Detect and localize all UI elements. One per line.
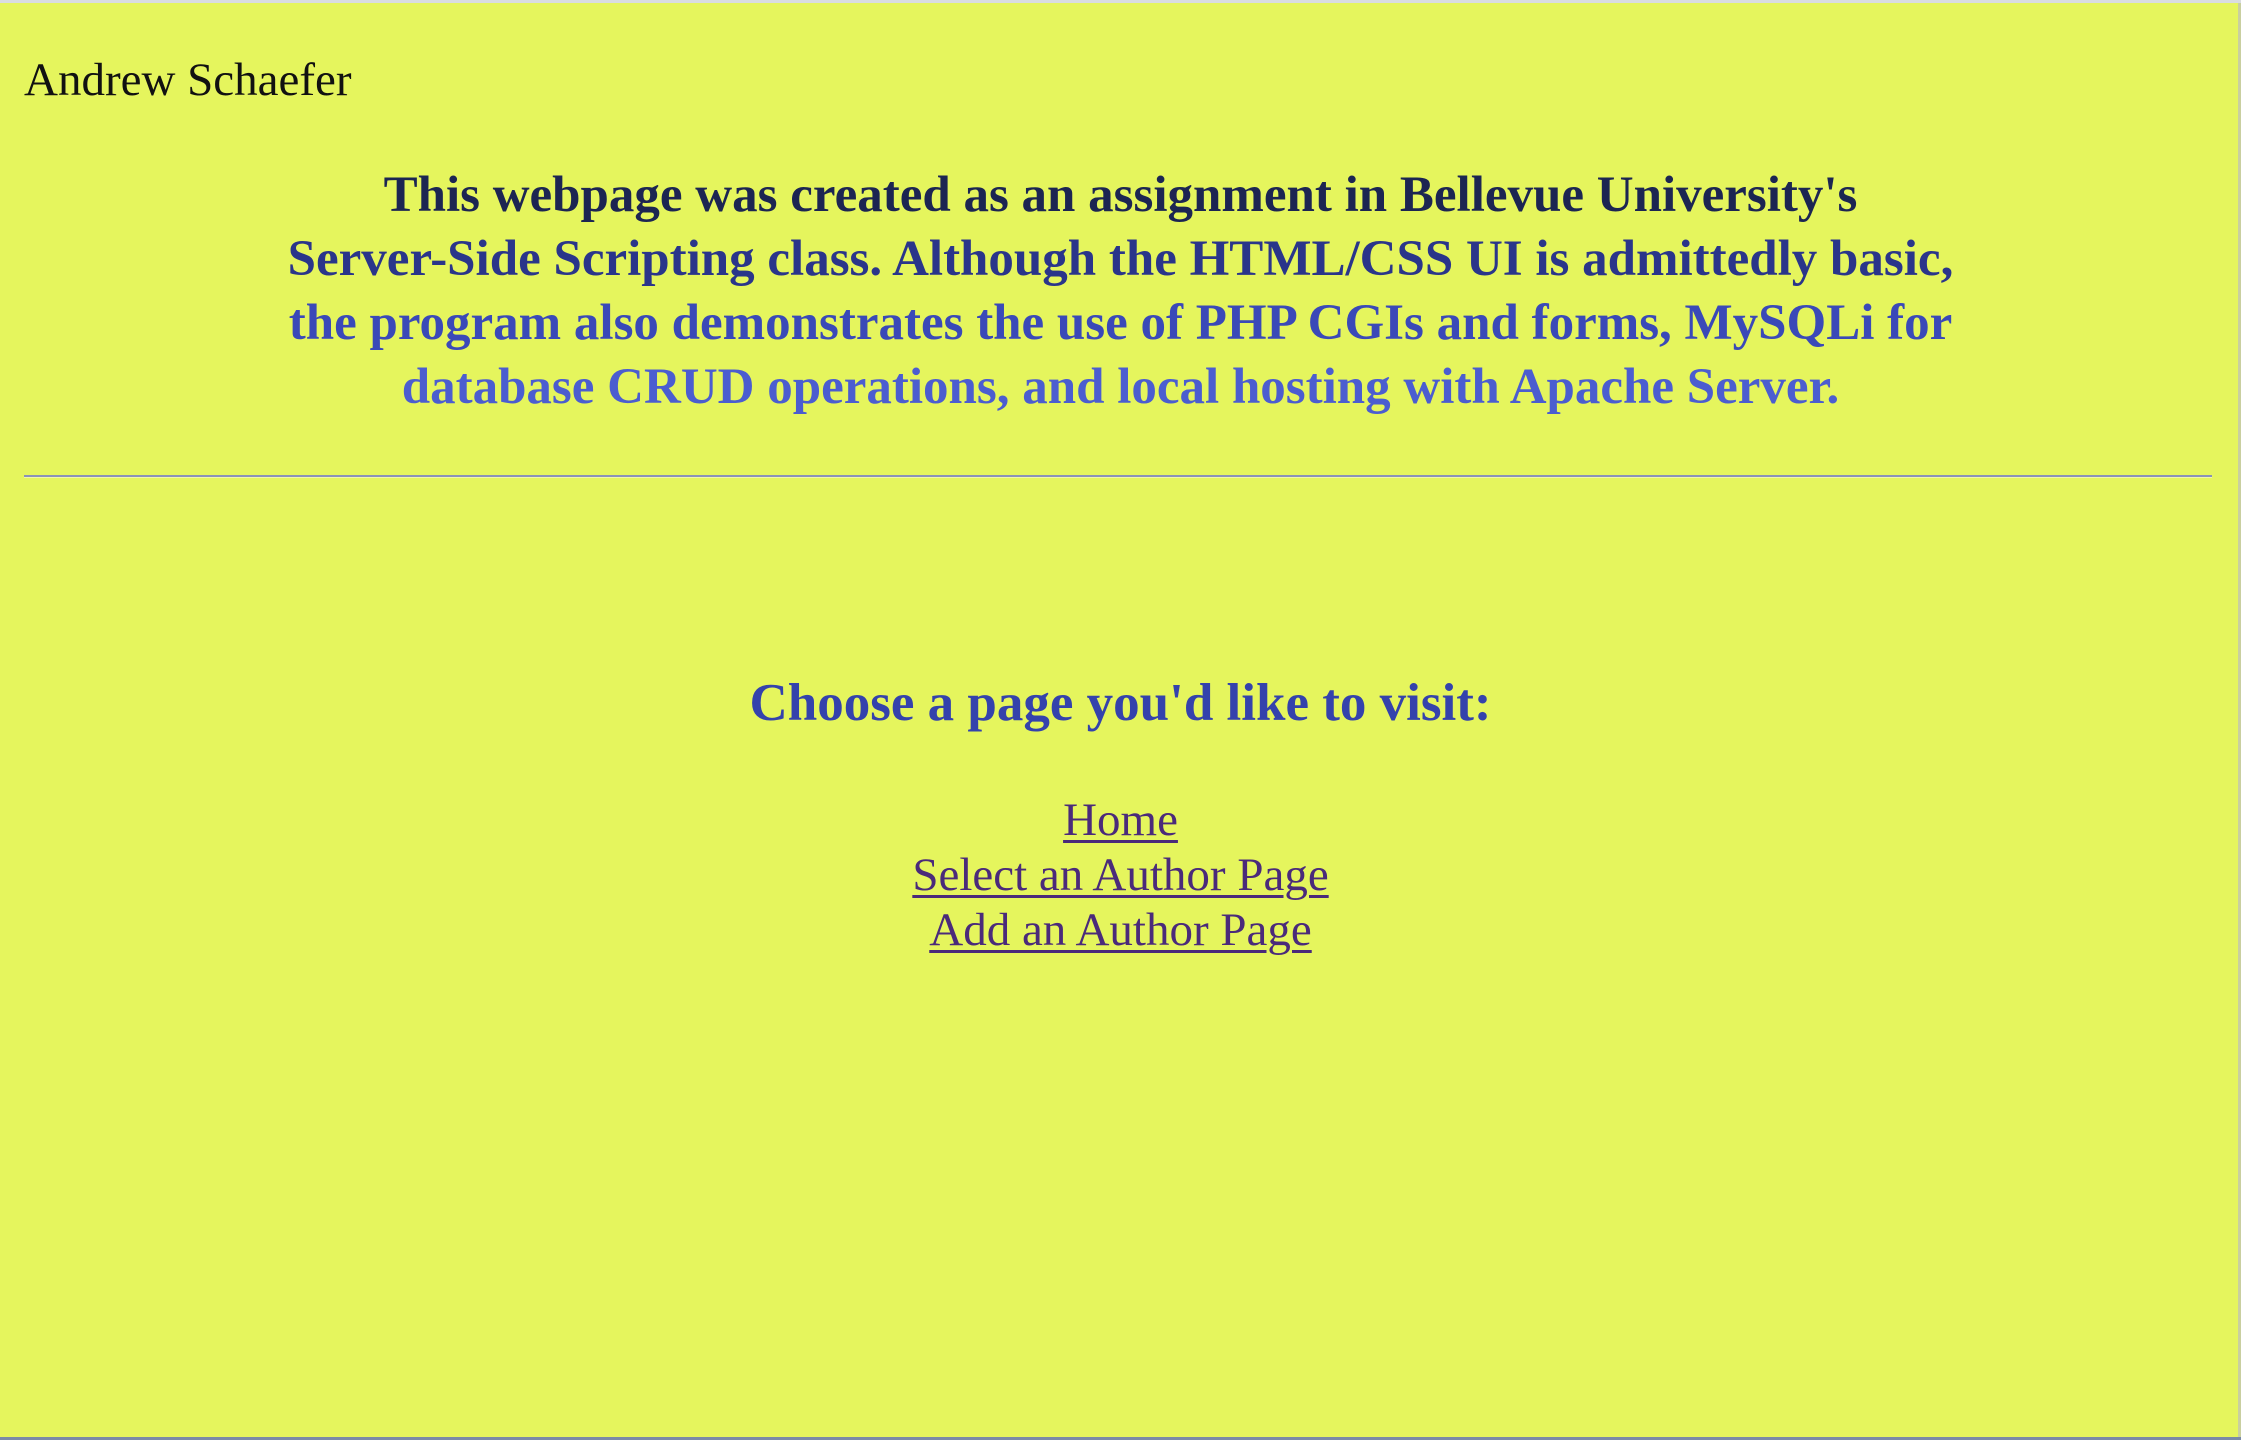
- intro-line-1: This webpage was created as an assignmen…: [383, 167, 1858, 223]
- page: Andrew Schaefer This webpage was created…: [0, 3, 2241, 1437]
- intro-heading: This webpage was created as an assignmen…: [0, 163, 2241, 419]
- add-author-page-link[interactable]: Add an Author Page: [929, 903, 1311, 958]
- intro-line-2: Server-Side Scripting class. Although th…: [287, 231, 1954, 287]
- select-author-page-link[interactable]: Select an Author Page: [912, 848, 1328, 903]
- horizontal-divider: [24, 475, 2212, 478]
- intro-line-3: the program also demonstrates the use of…: [288, 295, 1953, 351]
- choose-page-prompt: Choose a page you'd like to visit:: [749, 674, 1492, 732]
- home-link[interactable]: Home: [1063, 793, 1178, 848]
- author-name: Andrew Schaefer: [24, 54, 352, 106]
- intro-line-4: database CRUD operations, and local host…: [401, 359, 1840, 415]
- page-links: Home Select an Author Page Add an Author…: [0, 793, 2241, 958]
